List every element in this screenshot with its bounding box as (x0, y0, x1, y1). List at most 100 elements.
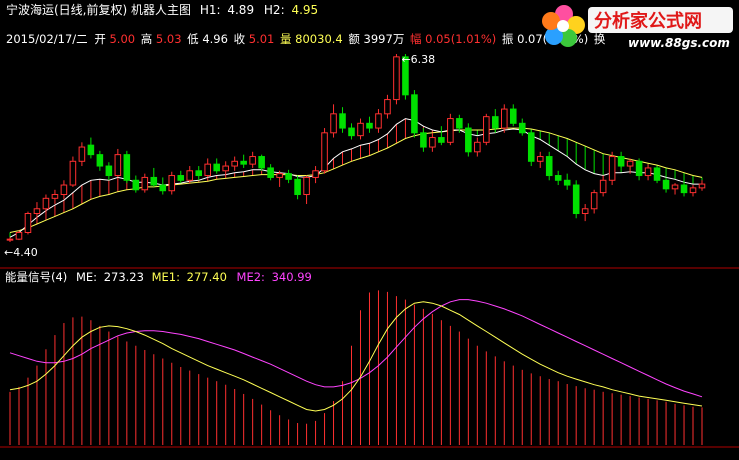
open-label: 开 (94, 32, 106, 46)
info-date: 2015/02/17/二 (6, 32, 88, 46)
candle-body (348, 127, 355, 137)
candle-body (375, 113, 382, 129)
candle (132, 175, 140, 193)
candle (474, 137, 481, 157)
candle-body (285, 173, 292, 180)
candle (231, 156, 238, 171)
candle-body (96, 154, 104, 167)
high-label: 高 (141, 32, 153, 46)
header-title-line: 宁波海运(日线,前复权) 机器人主图 H1: 4.89 H2: 4.95 (6, 2, 318, 17)
candle (96, 150, 104, 171)
candle (572, 180, 580, 219)
amount-value: 3997万 (364, 32, 405, 46)
candle (276, 170, 283, 187)
candle (33, 202, 41, 222)
candle (581, 204, 589, 222)
indicator-title: 能量信号(4) (5, 270, 67, 284)
candle-body (411, 94, 418, 134)
candle (168, 171, 176, 195)
close-value: 5.01 (249, 32, 275, 46)
change-label: 幅 (410, 32, 422, 46)
candle (240, 154, 247, 168)
candle-body (240, 160, 247, 165)
candle (483, 113, 490, 146)
candle-body (545, 156, 553, 177)
candle (186, 166, 194, 184)
candle (644, 164, 652, 181)
me1-label: ME1: (152, 270, 180, 284)
candle (150, 167, 158, 187)
candle (42, 194, 50, 214)
candle-body (456, 118, 463, 129)
candle-body (312, 170, 319, 178)
candle (420, 128, 427, 152)
candle (635, 158, 643, 181)
candle-body (258, 156, 265, 169)
candle-body (608, 156, 616, 181)
candle (626, 158, 634, 174)
candle (689, 185, 697, 197)
candle-body (204, 163, 212, 177)
me1-line (9, 301, 703, 412)
amount-label: 额 (348, 32, 360, 46)
candle-body (438, 137, 445, 143)
volume-value: 80030.4 (295, 32, 343, 46)
candle (348, 123, 355, 140)
candle (87, 137, 95, 159)
candle-body (429, 137, 436, 148)
candle-body (24, 213, 32, 234)
candle-body (60, 184, 68, 196)
h1-h2-ribbon (9, 118, 703, 238)
candle-body (366, 122, 373, 129)
candle-body (671, 184, 679, 190)
candle-body (330, 113, 337, 134)
candle-body (662, 179, 670, 190)
chart-canvas: ←6.38 ←4.40 宁波海运(日线,前复权) 机器人主图 H1: 4.89 … (0, 2, 739, 448)
candle (312, 166, 319, 184)
h2-line-path (9, 127, 703, 233)
candle-body (357, 122, 364, 137)
candle-body (581, 208, 589, 215)
me2-line (9, 299, 703, 398)
me2-value: 340.99 (272, 270, 312, 284)
candle (500, 104, 508, 133)
stock-title: 宁波海运(日线,前复权) 机器人主图 (6, 2, 191, 17)
max-price-label: ←6.38 (401, 53, 435, 66)
candle (671, 183, 679, 195)
candle (617, 151, 625, 168)
watermark-title: 分析家公式网 (594, 10, 702, 32)
candle (267, 164, 274, 181)
candle (249, 151, 256, 168)
h1-line (9, 118, 702, 238)
candle-body (393, 56, 400, 101)
h1-value: 4.89 (227, 3, 254, 17)
candle (527, 129, 535, 167)
candle (375, 109, 382, 133)
candle-body (554, 175, 562, 181)
low-label: 低 (187, 32, 199, 46)
candle-body (177, 175, 185, 181)
candle (78, 142, 86, 167)
candle (411, 90, 418, 138)
candle (303, 175, 310, 205)
candle-body (195, 170, 203, 177)
candle-body (15, 232, 23, 240)
candle (366, 116, 373, 133)
candle-body (420, 132, 427, 148)
indicator-header: 能量信号(4) ME: 273.23 ME1: 277.40 ME2: 340.… (5, 270, 312, 284)
candle-body (114, 154, 122, 177)
change-value: 0.05(1.01%) (425, 32, 496, 46)
candle-body (518, 122, 526, 134)
candle-body (186, 170, 194, 181)
candle (563, 173, 571, 190)
candle-body (339, 113, 346, 129)
candle (357, 118, 364, 140)
candle-body (33, 208, 41, 215)
candle-body (599, 179, 607, 194)
candle-body (87, 144, 95, 156)
me-label: ME: (76, 270, 97, 284)
min-price-label: ←4.40 (4, 246, 38, 259)
candle (51, 189, 59, 205)
candle (608, 151, 616, 186)
candle-body (698, 183, 706, 189)
